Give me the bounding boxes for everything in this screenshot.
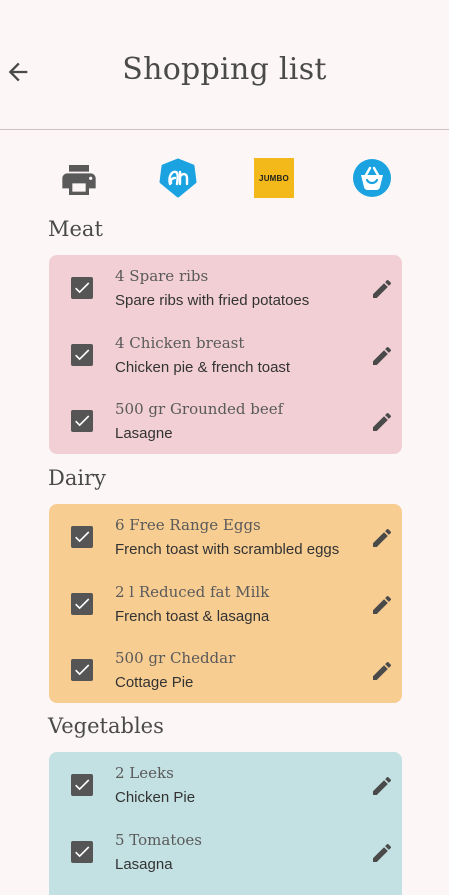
item-title: 4 Chicken breast — [115, 333, 245, 352]
item-title: 500 gr Cheddar — [115, 649, 236, 667]
list-item: 5 Tomatoes Lasagna — [49, 819, 402, 886]
item-recipe: French toast & lasagna — [115, 607, 270, 625]
pencil-icon[interactable] — [370, 344, 394, 368]
basket-icon[interactable] — [352, 158, 392, 198]
item-recipe: Chicken pie & french toast — [115, 358, 291, 376]
checkbox[interactable] — [71, 277, 93, 299]
item-recipe: Chicken Pie — [115, 789, 196, 806]
item-title: 2 Leeks — [115, 764, 174, 782]
list-item: 6 Free Range Eggs French toast with scra… — [49, 504, 402, 571]
albert-heijn-icon[interactable] — [158, 158, 198, 198]
checkbox[interactable] — [71, 526, 93, 548]
checkbox[interactable] — [71, 774, 93, 796]
list-item: 2 Leeks Chicken Pie — [49, 752, 402, 819]
pencil-icon[interactable] — [370, 774, 394, 798]
pencil-icon[interactable] — [370, 277, 394, 301]
pencil-icon[interactable] — [370, 410, 394, 434]
checkbox[interactable] — [71, 343, 93, 366]
list-item: 4 Chicken breast Chicken pie & french to… — [49, 322, 402, 389]
item-recipe: Lasagne — [115, 425, 173, 442]
item-recipe: Lasagna — [115, 855, 173, 873]
list-item: 500 gr Grounded beef Lasagne — [49, 388, 402, 455]
list-item: 500 gr Cheddar Cottage Pie — [49, 637, 402, 704]
checkbox[interactable] — [71, 659, 93, 681]
item-recipe: Cottage Pie — [115, 674, 194, 691]
checkbox[interactable] — [71, 840, 93, 863]
item-title: 2 l Reduced fat Milk — [115, 582, 270, 601]
app-bar: Shopping list — [0, 0, 449, 130]
section-label-vegetables: Vegetables — [48, 714, 164, 738]
section-label-dairy: Dairy — [48, 466, 106, 490]
item-recipe: Spare ribs with fried potatoes — [115, 292, 310, 309]
item-title: 5 Tomatoes — [115, 830, 202, 849]
pencil-icon[interactable] — [370, 841, 394, 865]
section-card-vegetables: 2 Leeks Chicken Pie 5 Tomatoes Lasagna — [49, 752, 402, 895]
list-item: 2 l Reduced fat Milk French toast & lasa… — [49, 571, 402, 638]
checkbox[interactable] — [71, 410, 93, 432]
pencil-icon[interactable] — [370, 526, 394, 550]
page-title: Shopping list — [122, 52, 327, 87]
checkbox[interactable] — [71, 592, 93, 615]
shop-icons-row: JUMBO — [0, 158, 449, 200]
section-card-meat: 4 Spare ribs Spare ribs with fried potat… — [49, 255, 402, 454]
printer-icon[interactable] — [59, 160, 99, 200]
jumbo-label: JUMBO — [254, 158, 294, 198]
item-title: 500 gr Grounded beef — [115, 400, 284, 418]
section-card-dairy: 6 Free Range Eggs French toast with scra… — [49, 504, 402, 703]
item-recipe: French toast with scrambled eggs — [115, 541, 340, 558]
item-title: 6 Free Range Eggs — [115, 516, 261, 534]
jumbo-logo[interactable]: JUMBO — [254, 158, 294, 198]
section-label-meat: Meat — [48, 217, 103, 241]
list-item: 4 Spare ribs Spare ribs with fried potat… — [49, 255, 402, 322]
pencil-icon[interactable] — [370, 659, 394, 683]
pencil-icon[interactable] — [370, 593, 394, 617]
item-title: 4 Spare ribs — [115, 267, 209, 285]
